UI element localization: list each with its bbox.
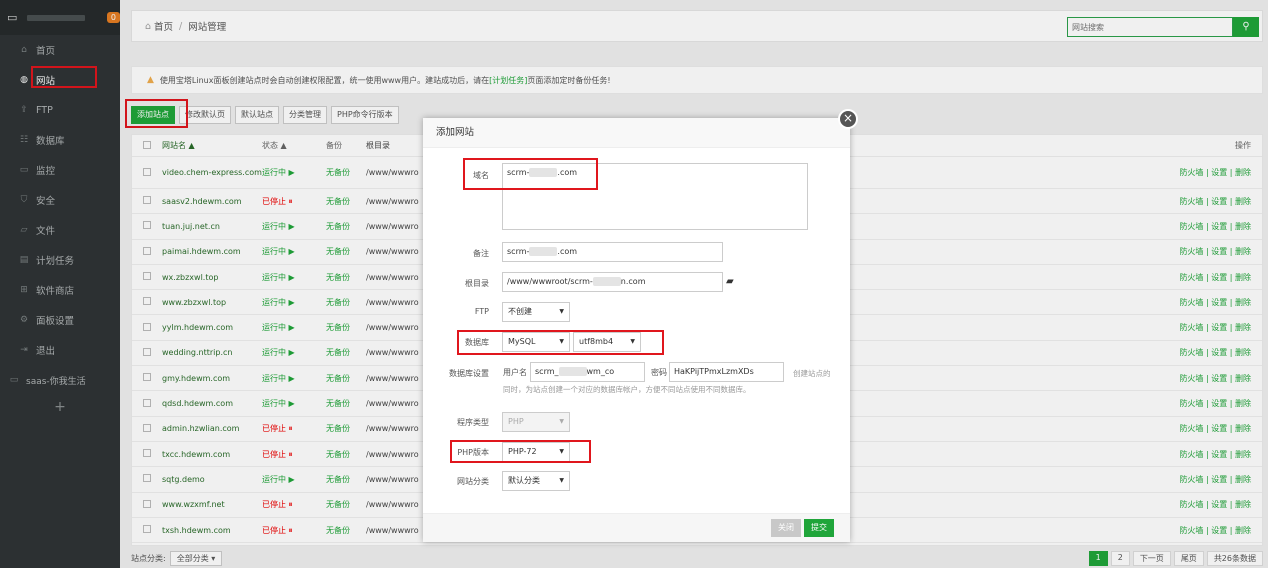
db-user-input[interactable]: scrm_ wm_co xyxy=(530,362,645,382)
redacted-text xyxy=(558,367,587,376)
redacted-text xyxy=(529,247,558,256)
site-category-label: 网站分类 xyxy=(457,477,489,486)
root-label: 根目录 xyxy=(465,279,489,288)
chevron-down-icon: ▼ xyxy=(559,418,564,425)
db-settings-label: 数据库设置 xyxy=(449,369,489,378)
highlight-box-database xyxy=(457,330,664,355)
ftp-label: FTP xyxy=(474,307,489,316)
chevron-down-icon: ▼ xyxy=(559,477,564,484)
ftp-value: 不创建 xyxy=(508,307,532,316)
highlight-box-php xyxy=(450,440,591,463)
program-type-label: 程序类型 xyxy=(457,418,489,427)
dialog-footer: 关闭 提交 xyxy=(423,513,850,542)
root-input[interactable]: /www/wwwroot/scrm-n.com xyxy=(502,272,723,292)
root-prefix: /www/wwwroot/scrm- xyxy=(507,277,593,286)
remark-suffix: .com xyxy=(557,247,578,256)
ftp-select[interactable]: 不创建 ▼ xyxy=(502,302,570,322)
chevron-down-icon: ▼ xyxy=(559,308,564,315)
remark-input[interactable]: scrm- .com xyxy=(502,242,723,262)
program-type-select: PHP ▼ xyxy=(502,412,570,432)
site-category-select[interactable]: 默认分类 ▼ xyxy=(502,471,570,491)
db-user-prefix: scrm_ xyxy=(535,367,559,376)
db-user-label: 用户名 xyxy=(503,368,527,377)
db-pass-input[interactable]: HaKPijTPmxLzmXDs xyxy=(669,362,784,382)
db-hint-1: 创建站点的 xyxy=(793,369,831,378)
redacted-text xyxy=(592,277,621,286)
site-category-value: 默认分类 xyxy=(508,476,540,485)
remark-label: 备注 xyxy=(473,249,489,258)
db-user-suffix: wm_co xyxy=(586,367,615,376)
dialog-title: 添加网站 xyxy=(423,118,850,148)
close-icon[interactable]: × xyxy=(838,109,858,129)
highlight-box-domain xyxy=(463,158,598,190)
close-button[interactable]: 关闭 xyxy=(771,519,801,537)
folder-icon[interactable]: ▰ xyxy=(726,276,734,287)
remark-prefix: scrm- xyxy=(507,247,530,256)
db-hint-2: 同时，为站点创建一个对应的数据库帐户，方便不同站点使用不同数据库。 xyxy=(503,385,751,394)
modal-overlay: 添加网站 域名 scrm- .com 备注 scrm- .com 根目录 /www/… xyxy=(0,0,1268,568)
program-type-value: PHP xyxy=(508,417,524,426)
db-pass-label: 密码 xyxy=(651,368,667,377)
root-suffix: n.com xyxy=(620,277,646,286)
submit-button[interactable]: 提交 xyxy=(804,519,834,537)
